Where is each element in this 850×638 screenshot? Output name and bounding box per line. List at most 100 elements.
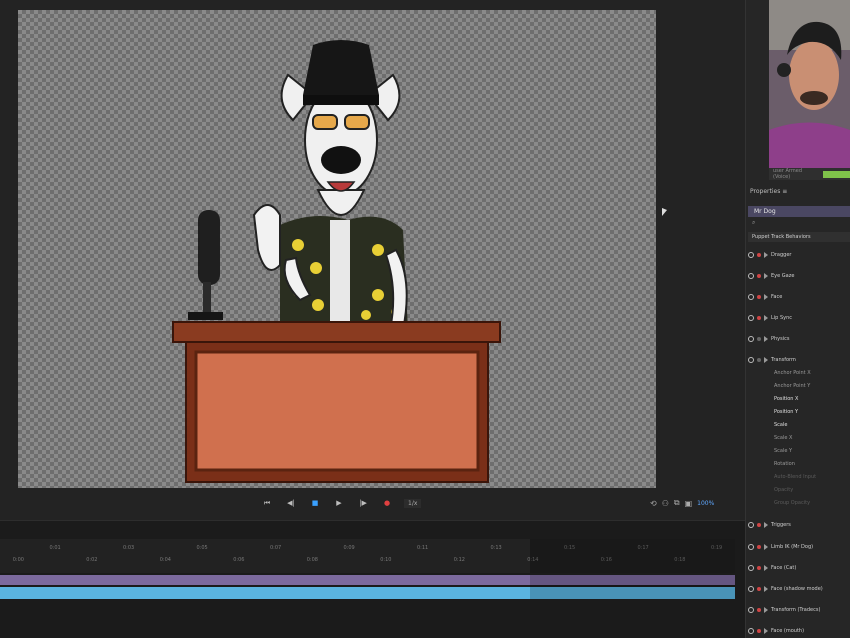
lower-behavior-row[interactable]: Face (Cat): [748, 563, 850, 573]
transform-param[interactable]: Scale X: [774, 435, 792, 444]
timeline-ruler[interactable]: 0:00 0:01 0:02 0:03 0:04 0:05 0:06 0:07 0:08 0:09…: [0, 539, 735, 573]
visibility-eye-icon[interactable]: [748, 522, 754, 528]
ruler-tick-label: 0:13: [490, 545, 502, 551]
stop-button[interactable]: ■: [308, 497, 322, 509]
visibility-eye-icon[interactable]: [748, 628, 754, 634]
record-arm-icon[interactable]: [757, 316, 761, 320]
expand-triangle-icon[interactable]: [764, 336, 768, 342]
frame-icon[interactable]: ▣: [685, 499, 693, 508]
record-arm-icon[interactable]: [757, 295, 761, 299]
behavior-label: Transform: [771, 357, 796, 363]
properties-tab[interactable]: Properties ≡: [750, 188, 787, 195]
behavior-row[interactable]: Transform: [748, 355, 850, 365]
record-arm-icon[interactable]: [757, 629, 761, 633]
ruler-tick-label: 0:02: [86, 557, 98, 563]
record-arm-icon[interactable]: [757, 566, 761, 570]
expand-triangle-icon[interactable]: [764, 273, 768, 279]
behavior-label: Triggers: [771, 522, 791, 528]
record-arm-icon[interactable]: [757, 587, 761, 591]
properties-search-input[interactable]: ⌕: [748, 219, 850, 229]
step-forward-button[interactable]: |▶: [356, 497, 370, 509]
webcam-name-label: user Armed (Voice): [773, 168, 803, 180]
lower-behavior-row[interactable]: Triggers: [748, 520, 850, 530]
selected-puppet-row[interactable]: Mr Dog: [748, 206, 850, 217]
behavior-row[interactable]: Physics: [748, 334, 850, 344]
record-arm-icon[interactable]: [757, 545, 761, 549]
behavior-row[interactable]: Face: [748, 292, 850, 302]
reset-icon[interactable]: ⟲: [650, 499, 657, 508]
record-arm-icon[interactable]: [757, 523, 761, 527]
playback-rate-label[interactable]: 1/x: [404, 498, 422, 508]
lower-behavior-row[interactable]: Face (mouth): [748, 626, 850, 636]
expand-triangle-icon[interactable]: [764, 586, 768, 592]
transform-param[interactable]: Opacity: [774, 487, 793, 496]
mouse-cursor: [662, 208, 667, 216]
behavior-label: Physics: [771, 336, 790, 342]
behavior-label: Face: [771, 294, 783, 300]
visibility-eye-icon[interactable]: [748, 294, 754, 300]
desk: [172, 321, 501, 483]
zoom-level[interactable]: 100%: [697, 500, 714, 507]
visibility-eye-icon[interactable]: [748, 315, 754, 321]
visibility-eye-icon[interactable]: [748, 357, 754, 363]
transform-param[interactable]: Anchor Point X: [774, 370, 811, 379]
record-button[interactable]: ●: [380, 497, 394, 509]
lower-behavior-row[interactable]: Face (shadow mode): [748, 584, 850, 594]
expand-triangle-icon[interactable]: [764, 252, 768, 258]
step-back-button[interactable]: ◀|: [284, 497, 298, 509]
record-arm-icon[interactable]: [757, 337, 761, 341]
transform-param[interactable]: Position Y: [774, 409, 798, 418]
webcam-preview: [769, 0, 850, 168]
ruler-tick-label: 0:03: [123, 545, 135, 551]
behavior-label: Limb IK (Mr Dog): [771, 544, 814, 550]
visibility-eye-icon[interactable]: [748, 273, 754, 279]
visibility-eye-icon[interactable]: [748, 565, 754, 571]
webcam-status-bar: user Armed (Voice): [769, 168, 850, 180]
lower-behavior-row[interactable]: Transform (Tradecs): [748, 605, 850, 615]
behavior-row[interactable]: Lip Sync: [748, 313, 850, 323]
transform-param[interactable]: Anchor Point Y: [774, 383, 810, 392]
character-animator-window: ⏮ ◀| ■ ▶ |▶ ● 1/x ⟲ ⚇ ⧉ ▣ 100% 0:00 0:01 0…: [0, 0, 850, 638]
visibility-eye-icon[interactable]: [748, 252, 754, 258]
ruler-tick-label: 0:10: [380, 557, 392, 563]
visibility-eye-icon[interactable]: [748, 336, 754, 342]
layout-icon[interactable]: ⧉: [674, 498, 680, 508]
stage-canvas[interactable]: [18, 10, 656, 488]
behavior-row[interactable]: Eye Gaze: [748, 271, 850, 281]
transform-param[interactable]: Auto-Blend Input: [774, 474, 816, 483]
record-arm-icon[interactable]: [757, 274, 761, 278]
transform-param[interactable]: Rotation: [774, 461, 795, 470]
behavior-label: Eye Gaze: [771, 273, 795, 279]
visibility-eye-icon[interactable]: [748, 607, 754, 613]
record-arm-icon[interactable]: [757, 358, 761, 362]
behaviors-group-header[interactable]: Puppet Track Behaviors: [748, 232, 850, 242]
play-button[interactable]: ▶: [332, 497, 346, 509]
expand-triangle-icon[interactable]: [764, 628, 768, 634]
transform-param[interactable]: Group Opacity: [774, 500, 810, 509]
puppet-icon[interactable]: ⚇: [662, 499, 669, 508]
stage-panel: ⏮ ◀| ■ ▶ |▶ ● 1/x ⟲ ⚇ ⧉ ▣ 100%: [0, 0, 745, 520]
webcam-person: [769, 0, 850, 168]
ruler-tick-label: 0:05: [196, 545, 208, 551]
expand-triangle-icon[interactable]: [764, 357, 768, 363]
record-arm-icon[interactable]: [757, 608, 761, 612]
ruler-tick-label: 0:07: [270, 545, 282, 551]
record-arm-icon[interactable]: [757, 253, 761, 257]
dog-puppet[interactable]: [18, 10, 656, 488]
behavior-row[interactable]: Dragger: [748, 250, 850, 260]
expand-triangle-icon[interactable]: [764, 607, 768, 613]
expand-triangle-icon[interactable]: [764, 315, 768, 321]
expand-triangle-icon[interactable]: [764, 522, 768, 528]
expand-triangle-icon[interactable]: [764, 544, 768, 550]
transform-param[interactable]: Scale: [774, 422, 787, 431]
visibility-eye-icon[interactable]: [748, 544, 754, 550]
visibility-eye-icon[interactable]: [748, 586, 754, 592]
transform-param[interactable]: Scale Y: [774, 448, 792, 457]
behavior-label: Face (mouth): [771, 628, 805, 634]
transform-param[interactable]: Position X: [774, 396, 798, 405]
ruler-shaded-region: [530, 539, 735, 573]
expand-triangle-icon[interactable]: [764, 294, 768, 300]
go-to-start-button[interactable]: ⏮: [260, 497, 274, 509]
expand-triangle-icon[interactable]: [764, 565, 768, 571]
lower-behavior-row[interactable]: Limb IK (Mr Dog): [748, 542, 850, 552]
